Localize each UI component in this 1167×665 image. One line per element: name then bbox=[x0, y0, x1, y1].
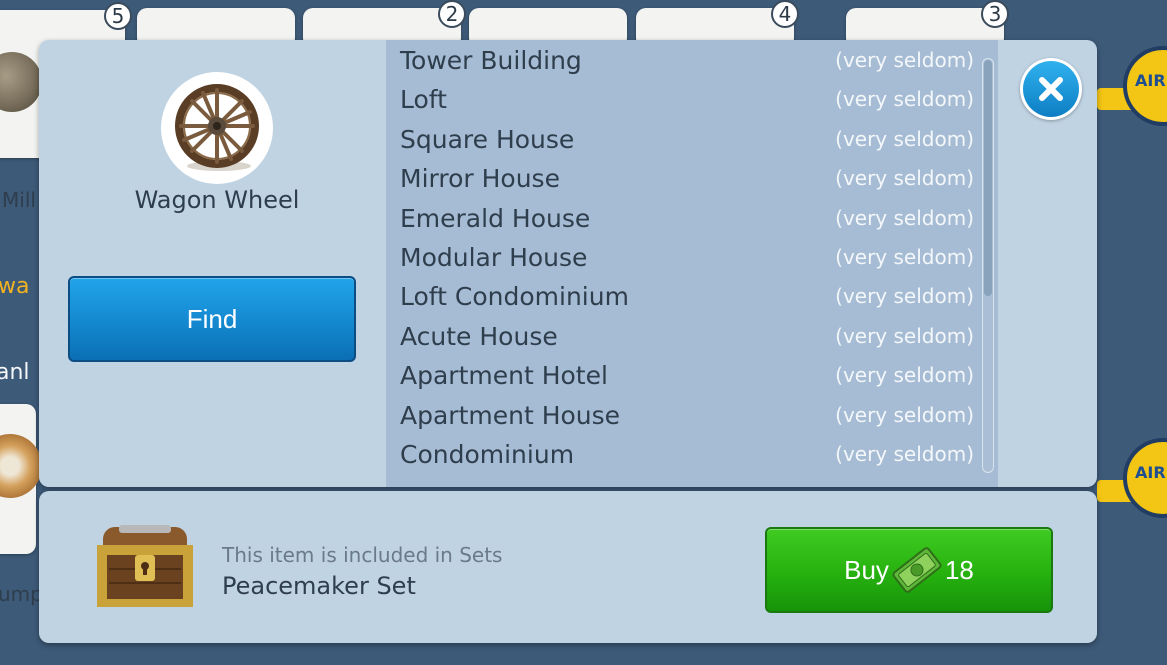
list-item[interactable]: Square House (very seldom) bbox=[386, 120, 998, 159]
background-label: anl bbox=[0, 360, 30, 385]
find-button[interactable]: Find bbox=[68, 276, 356, 362]
drop-frequency: (very seldom) bbox=[835, 402, 974, 427]
building-name: Loft Condominium bbox=[400, 282, 629, 312]
list-item[interactable]: Condominium (very seldom) bbox=[386, 435, 998, 474]
drop-frequency: (very seldom) bbox=[835, 323, 974, 348]
building-name: Mirror House bbox=[400, 164, 560, 194]
background-airship-badge[interactable]: AIR CI bbox=[1123, 46, 1167, 126]
background-label: wa bbox=[0, 274, 30, 299]
background-count-badge: 2 bbox=[438, 0, 466, 28]
list-item[interactable]: Loft (very seldom) bbox=[386, 80, 998, 119]
drop-frequency: (very seldom) bbox=[835, 363, 974, 388]
list-item[interactable]: Apartment Hotel (very seldom) bbox=[386, 356, 998, 395]
building-name: Modular House bbox=[400, 243, 588, 272]
close-icon bbox=[1039, 77, 1063, 101]
background-label: Mill bbox=[2, 188, 36, 212]
drop-frequency: (very seldom) bbox=[835, 166, 974, 191]
background-label: ump bbox=[0, 582, 43, 606]
list-item[interactable]: Modular House (very seldom) bbox=[386, 238, 998, 277]
building-name: Apartment House bbox=[400, 400, 621, 430]
building-name: Loft bbox=[400, 85, 447, 115]
building-name: Apartment Hotel bbox=[400, 361, 608, 391]
building-name: Tower Building bbox=[400, 46, 582, 75]
item-image bbox=[161, 72, 273, 184]
building-list[interactable]: Tower Building (very seldom) Loft (very … bbox=[386, 40, 998, 487]
drop-frequency: (very seldom) bbox=[835, 442, 974, 466]
buy-button[interactable]: Buy 18 bbox=[765, 527, 1053, 613]
cash-icon bbox=[892, 547, 942, 593]
building-name: Condominium bbox=[400, 440, 575, 469]
drop-frequency: (very seldom) bbox=[835, 87, 974, 112]
background-airship-label: AIR CI bbox=[1135, 71, 1167, 90]
list-item[interactable]: Loft Condominium (very seldom) bbox=[386, 277, 998, 316]
list-item[interactable]: Mirror House (very seldom) bbox=[386, 159, 998, 198]
drop-frequency: (very seldom) bbox=[835, 284, 974, 309]
drop-frequency: (very seldom) bbox=[835, 126, 974, 151]
building-name: Square House bbox=[400, 124, 575, 154]
background-count-badge: 4 bbox=[771, 0, 799, 28]
item-detail-panel: Wagon Wheel Find Tower Building (very se… bbox=[39, 40, 1097, 487]
background-count-badge: 5 bbox=[104, 2, 132, 30]
building-name: Acute House bbox=[400, 321, 558, 351]
list-item[interactable]: Tower Building (very seldom) bbox=[386, 41, 998, 80]
list-item[interactable]: Apartment House (very seldom) bbox=[386, 396, 998, 435]
background-count-badge: 3 bbox=[981, 0, 1009, 28]
building-name: Emerald House bbox=[400, 203, 591, 233]
buy-label: Buy bbox=[844, 554, 889, 585]
list-scrollbar[interactable] bbox=[982, 58, 994, 473]
list-item[interactable]: Emerald House (very seldom) bbox=[386, 199, 998, 238]
buy-price: 18 bbox=[944, 554, 974, 585]
item-name: Wagon Wheel bbox=[134, 186, 300, 214]
set-caption: This item is included in Sets bbox=[222, 543, 503, 567]
list-item[interactable]: Acute House (very seldom) bbox=[386, 317, 998, 356]
drop-frequency: (very seldom) bbox=[835, 245, 974, 269]
background-airship-badge[interactable]: AIR CI bbox=[1123, 438, 1167, 518]
background-airship-label: AIR CI bbox=[1135, 463, 1167, 482]
wagon-wheel-icon bbox=[175, 84, 259, 171]
close-button[interactable] bbox=[1020, 58, 1082, 120]
set-info-panel: This item is included in Sets Peacemaker… bbox=[39, 491, 1097, 643]
treasure-chest-icon bbox=[97, 525, 193, 607]
close-button-face bbox=[1023, 61, 1079, 117]
set-name[interactable]: Peacemaker Set bbox=[222, 572, 416, 600]
drop-frequency: (very seldom) bbox=[835, 205, 974, 230]
drop-frequency: (very seldom) bbox=[835, 48, 974, 72]
scrollbar-thumb[interactable] bbox=[984, 60, 992, 296]
